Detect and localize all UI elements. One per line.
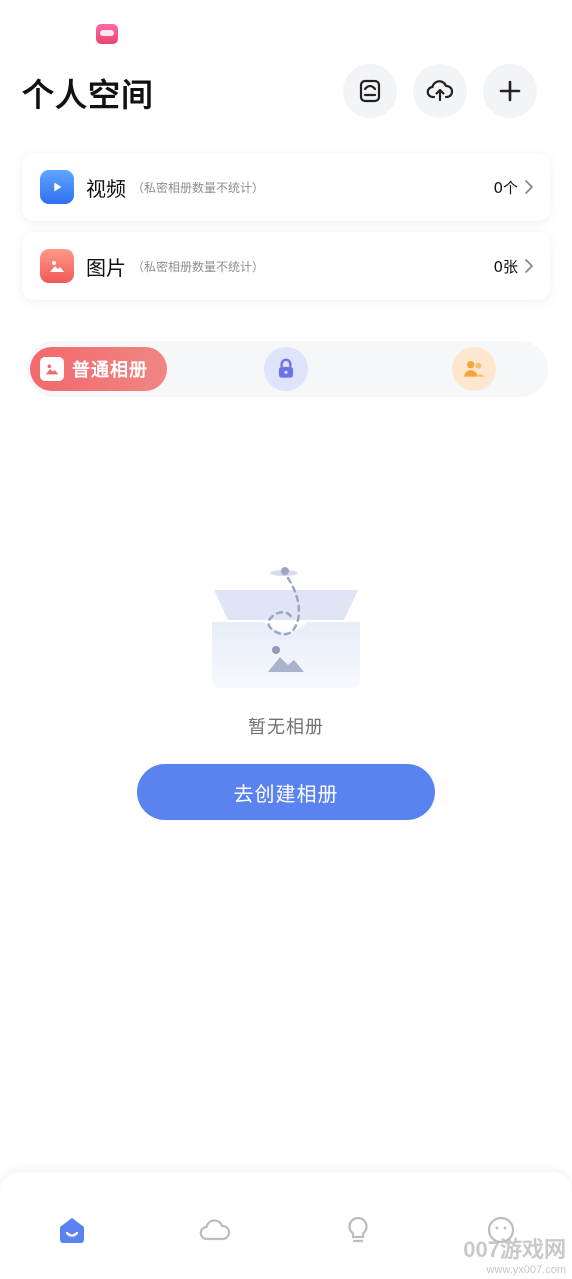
video-stat-count: 0个 bbox=[493, 178, 518, 197]
lightbulb-icon bbox=[348, 1216, 368, 1243]
chevron-right-icon bbox=[525, 259, 533, 273]
photo-stat-title: 图片 bbox=[86, 255, 126, 280]
tab-private-albums[interactable] bbox=[264, 347, 308, 391]
photo-stat-card[interactable]: 图片 （私密相册数量不统计） 0张 bbox=[22, 232, 550, 300]
plus-icon bbox=[499, 80, 521, 102]
page-title: 个人空间 bbox=[22, 76, 155, 114]
storage-icon bbox=[359, 79, 381, 103]
watermark-url: www.yx007.com bbox=[486, 1264, 566, 1276]
photo-stat-note: （私密相册数量不统计） bbox=[132, 259, 265, 274]
lock-icon bbox=[278, 358, 294, 378]
nav-home[interactable] bbox=[52, 1210, 92, 1250]
create-album-button[interactable]: 去创建相册 bbox=[137, 764, 435, 820]
empty-state-text: 暂无相册 bbox=[248, 717, 324, 738]
add-button[interactable] bbox=[483, 64, 537, 118]
tab-shared-albums[interactable] bbox=[452, 347, 496, 391]
cloud-icon bbox=[199, 1219, 231, 1241]
photo-icon bbox=[40, 249, 74, 283]
home-icon bbox=[60, 1218, 84, 1243]
video-icon bbox=[40, 170, 74, 204]
video-stat-title: 视频 bbox=[86, 176, 126, 201]
photo-stat-count: 0张 bbox=[493, 257, 518, 276]
nav-cloud[interactable] bbox=[195, 1210, 235, 1250]
storage-button[interactable] bbox=[343, 64, 397, 118]
video-stat-card[interactable]: 视频 （私密相册数量不统计） 0个 bbox=[22, 153, 550, 221]
cloud-upload-icon bbox=[426, 80, 454, 102]
site-watermark: 007游戏网 www.yx007.com bbox=[463, 1232, 566, 1276]
upload-button[interactable] bbox=[413, 64, 467, 118]
video-stat-note: （私密相册数量不统计） bbox=[132, 180, 265, 195]
people-icon bbox=[464, 360, 485, 377]
watermark-main: 007游戏网 bbox=[463, 1237, 566, 1262]
tab-normal-albums[interactable]: 普通相册 bbox=[30, 347, 167, 391]
personal-space-screen: 个人空间 视频 （私密相册数量不统计） 0个 图片 （私密相册数量不统计） 0张… bbox=[0, 0, 572, 1279]
app-logo-icon bbox=[96, 24, 118, 44]
tab-normal-albums-label: 普通相册 bbox=[72, 360, 148, 381]
nav-ideas[interactable] bbox=[338, 1210, 378, 1250]
empty-box-illustration bbox=[212, 567, 360, 688]
image-icon bbox=[40, 357, 64, 381]
chevron-right-icon bbox=[525, 180, 533, 194]
